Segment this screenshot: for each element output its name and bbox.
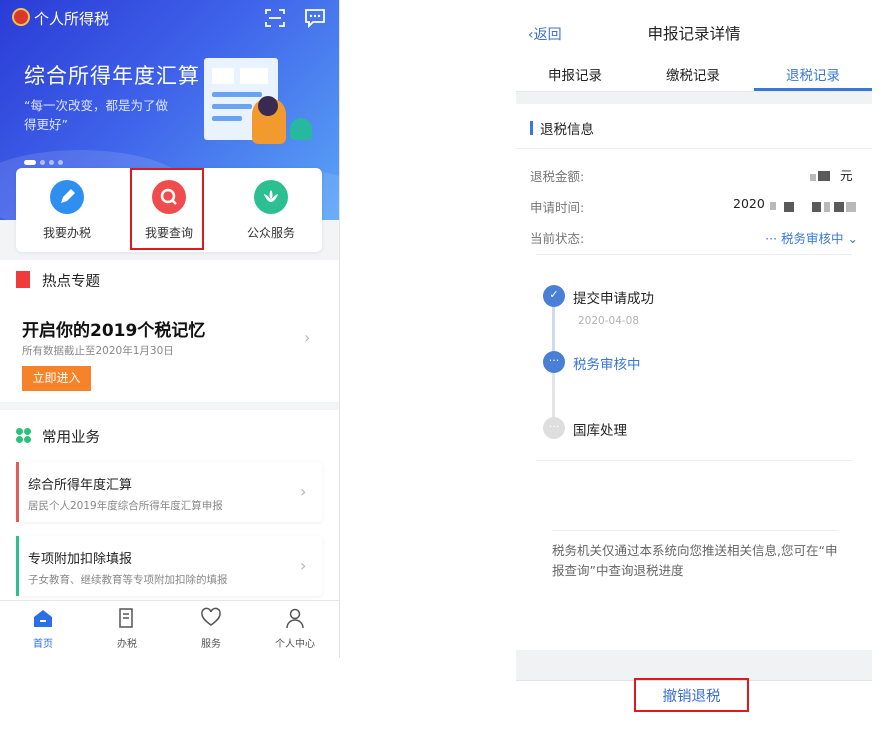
hot-topics-section: 热点专题 开启你的2019个税记忆 所有数据截止至2020年1月30日 › 立即… bbox=[0, 260, 339, 402]
redacted-value bbox=[824, 202, 830, 212]
banner-title: 综合所得年度汇算 bbox=[24, 64, 200, 88]
section-title: 退税信息 bbox=[540, 122, 594, 138]
list-item-desc: 居民个人2019年度综合所得年度汇算申报 bbox=[28, 500, 223, 512]
page-title: 申报记录详情 bbox=[647, 25, 741, 43]
tax-emblem-icon bbox=[12, 8, 30, 26]
divider bbox=[536, 460, 852, 461]
lotus-icon bbox=[254, 180, 288, 214]
document-edit-icon bbox=[119, 608, 133, 628]
tab-profile[interactable]: 个人中心 bbox=[260, 607, 330, 650]
list-item-title: 专项附加扣除填报 bbox=[28, 552, 133, 567]
tab-declaration-records[interactable]: 申报记录 bbox=[516, 64, 634, 84]
amount-unit: 元 bbox=[840, 168, 853, 183]
active-tab-indicator bbox=[754, 88, 872, 91]
amount-label: 退税金额: bbox=[530, 169, 585, 184]
more-icon: ··· bbox=[543, 351, 565, 373]
redacted-value bbox=[846, 202, 856, 212]
tab-refund-records[interactable]: 退税记录 bbox=[754, 64, 872, 84]
carousel-indicator bbox=[24, 150, 67, 165]
home-icon bbox=[34, 610, 52, 627]
clover-icon bbox=[16, 428, 32, 444]
service-file-tax[interactable]: 我要办税 bbox=[22, 180, 112, 241]
section-title: 热点专题 bbox=[42, 274, 100, 290]
tab-label: 办税 bbox=[117, 639, 137, 650]
common-business-section: 常用业务 综合所得年度汇算 居民个人2019年度综合所得年度汇算申报 › 专项附… bbox=[0, 410, 339, 600]
user-icon bbox=[286, 608, 304, 629]
heart-hand-icon bbox=[201, 607, 221, 626]
scan-icon[interactable] bbox=[264, 8, 286, 28]
plant-illustration bbox=[290, 118, 312, 140]
refund-info-panel: 退税信息 退税金额: 元 申请时间: 2020 当前状态: ··· 税务审核中 … bbox=[516, 104, 872, 650]
list-item[interactable]: 综合所得年度汇算 居民个人2019年度综合所得年度汇算申报 › bbox=[16, 462, 322, 522]
status-value[interactable]: ··· 税务审核中 ⌄ bbox=[765, 228, 858, 247]
list-item[interactable]: 专项附加扣除填报 子女教育、继续教育等专项附加扣除的填报 › bbox=[16, 536, 322, 596]
tab-service[interactable]: 服务 bbox=[176, 607, 246, 650]
timeline-step: 税务审核中 bbox=[573, 357, 641, 373]
chevron-right-icon[interactable]: › bbox=[304, 328, 310, 347]
person-head-illustration bbox=[258, 96, 278, 116]
highlight-box bbox=[130, 168, 204, 250]
timeline-step: 国库处理 bbox=[573, 423, 627, 439]
divider bbox=[516, 148, 872, 149]
redacted-value bbox=[770, 202, 776, 210]
chevron-right-icon: › bbox=[300, 482, 307, 501]
message-icon[interactable] bbox=[304, 8, 326, 28]
tab-label: 首页 bbox=[33, 639, 53, 650]
service-public[interactable]: 公众服务 bbox=[226, 180, 316, 241]
navigation-bar: ‹返回 申报记录详情 申报记录 缴税记录 退税记录 bbox=[516, 0, 872, 92]
hot-headline[interactable]: 开启你的2019个税记忆 bbox=[22, 316, 205, 341]
record-tabs: 申报记录 缴税记录 退税记录 bbox=[516, 58, 872, 92]
redacted-value bbox=[834, 202, 844, 212]
timeline-step: 提交申请成功 bbox=[573, 291, 654, 307]
redacted-value bbox=[818, 171, 830, 181]
banner-subtitle: “每一次改变，都是为了做得更好” bbox=[24, 98, 168, 132]
status-label: 当前状态: bbox=[530, 231, 585, 246]
tab-tax[interactable]: 办税 bbox=[92, 607, 162, 650]
cancel-refund-button[interactable]: 撤销退税 bbox=[634, 678, 749, 712]
redacted-value bbox=[812, 202, 821, 212]
tab-home[interactable]: 首页 bbox=[8, 607, 78, 650]
bottom-tab-bar: 首页 办税 服务 个人中心 bbox=[0, 600, 339, 658]
divider bbox=[536, 254, 852, 255]
list-item-title: 综合所得年度汇算 bbox=[28, 478, 133, 493]
notice-text: 税务机关仅通过本系统向您推送相关信息,您可在“申报查询”中查询退税进度 bbox=[552, 543, 838, 578]
chevron-right-icon: › bbox=[300, 556, 307, 575]
home-screen: 个人所得税 综合所得年度汇算 “每一次改变，都是为了做得更好” 我要办税 我要查… bbox=[0, 0, 340, 658]
tab-label: 个人中心 bbox=[275, 639, 315, 650]
tab-label: 服务 bbox=[201, 639, 221, 650]
hot-note: 所有数据截止至2020年1月30日 bbox=[22, 345, 174, 357]
redacted-value bbox=[784, 202, 794, 212]
app-title: 个人所得税 bbox=[34, 10, 110, 28]
refund-detail-screen: ‹返回 申报记录详情 申报记录 缴税记录 退税记录 退税信息 退税金额: 元 申… bbox=[516, 0, 872, 732]
check-icon: ✓ bbox=[543, 285, 565, 307]
more-icon: ··· bbox=[543, 417, 565, 439]
pencil-icon bbox=[50, 180, 84, 214]
list-item-desc: 子女教育、继续教育等专项附加扣除的填报 bbox=[28, 574, 228, 586]
tab-payment-records[interactable]: 缴税记录 bbox=[634, 64, 752, 84]
service-label: 我要办税 bbox=[42, 226, 91, 240]
redacted-value bbox=[810, 174, 816, 181]
bookmark-icon bbox=[16, 271, 30, 288]
service-label: 公众服务 bbox=[246, 226, 295, 240]
divider bbox=[552, 530, 838, 531]
section-marker bbox=[530, 121, 533, 135]
time-value: 2020 bbox=[733, 196, 765, 211]
time-label: 申请时间: bbox=[530, 200, 585, 215]
enter-button[interactable]: 立即进入 bbox=[22, 366, 91, 391]
section-title: 常用业务 bbox=[42, 430, 100, 446]
timeline-date: 2020-04-08 bbox=[578, 315, 640, 327]
